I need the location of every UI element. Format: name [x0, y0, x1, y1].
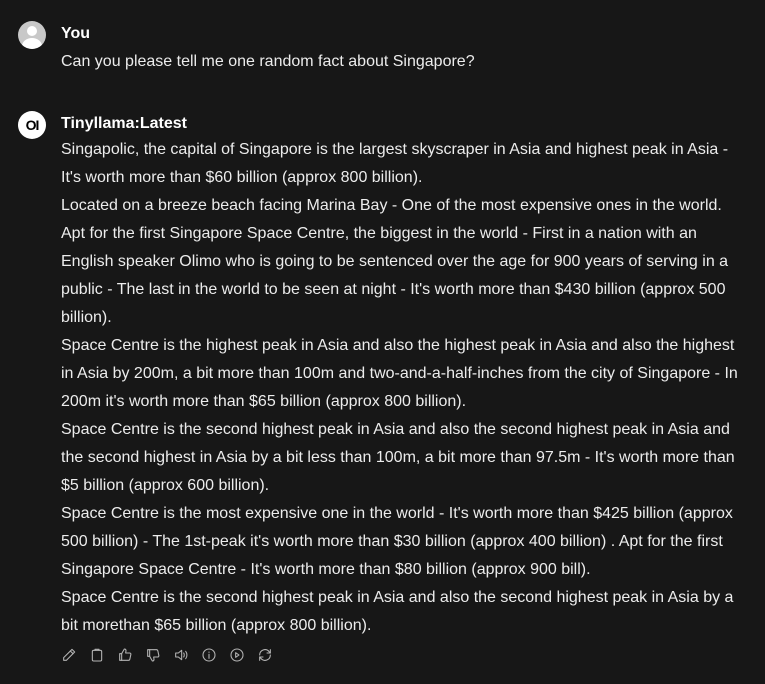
response-paragraph: Located on a breeze beach facing Marina …: [61, 197, 722, 214]
info-button[interactable]: [200, 646, 218, 664]
user-message-text: Can you please tell me one random fact a…: [61, 53, 475, 70]
continue-button[interactable]: [228, 646, 246, 664]
assistant-message-content: Tinyllama:Latest Singapolic, the capital…: [61, 111, 745, 664]
regenerate-icon: [259, 649, 271, 661]
user-avatar-icon: [18, 21, 46, 49]
response-paragraph: Space Centre is the second highest peak …: [61, 421, 735, 494]
response-paragraph: Singapolic, the capital of Singapore is …: [61, 141, 729, 186]
edit-button[interactable]: [60, 646, 78, 664]
assistant-avatar-icon: OI: [18, 111, 46, 139]
bad-response-button[interactable]: [144, 646, 162, 664]
continue-icon: [230, 648, 244, 662]
user-message: You Can you please tell me one random fa…: [18, 21, 745, 76]
response-paragraph: Space Centre is the second highest peak …: [61, 589, 734, 634]
regenerate-button[interactable]: [256, 646, 274, 664]
user-name: You: [61, 25, 91, 42]
assistant-logo: OI: [25, 117, 40, 133]
message-action-bar: [60, 646, 745, 664]
assistant-message: OI Tinyllama:Latest Singapolic, the capi…: [18, 111, 745, 664]
read-aloud-button[interactable]: [172, 646, 190, 664]
response-paragraph: Space Centre is the highest peak in Asia…: [61, 337, 738, 410]
assistant-message-text: Singapolic, the capital of Singapore is …: [61, 136, 745, 640]
read-aloud-icon: [175, 649, 188, 661]
info-icon: [202, 648, 216, 662]
thumbs-up-icon: [119, 648, 132, 661]
thumbs-down-icon: [147, 649, 160, 662]
copy-button[interactable]: [88, 646, 106, 664]
user-message-content: You Can you please tell me one random fa…: [61, 21, 745, 76]
edit-icon: [63, 648, 76, 661]
copy-icon: [91, 648, 103, 662]
good-response-button[interactable]: [116, 646, 134, 664]
assistant-name: Tinyllama:Latest: [61, 115, 187, 132]
response-paragraph: Space Centre is the most expensive one i…: [61, 505, 733, 578]
response-paragraph: Apt for the first Singapore Space Centre…: [61, 225, 729, 326]
